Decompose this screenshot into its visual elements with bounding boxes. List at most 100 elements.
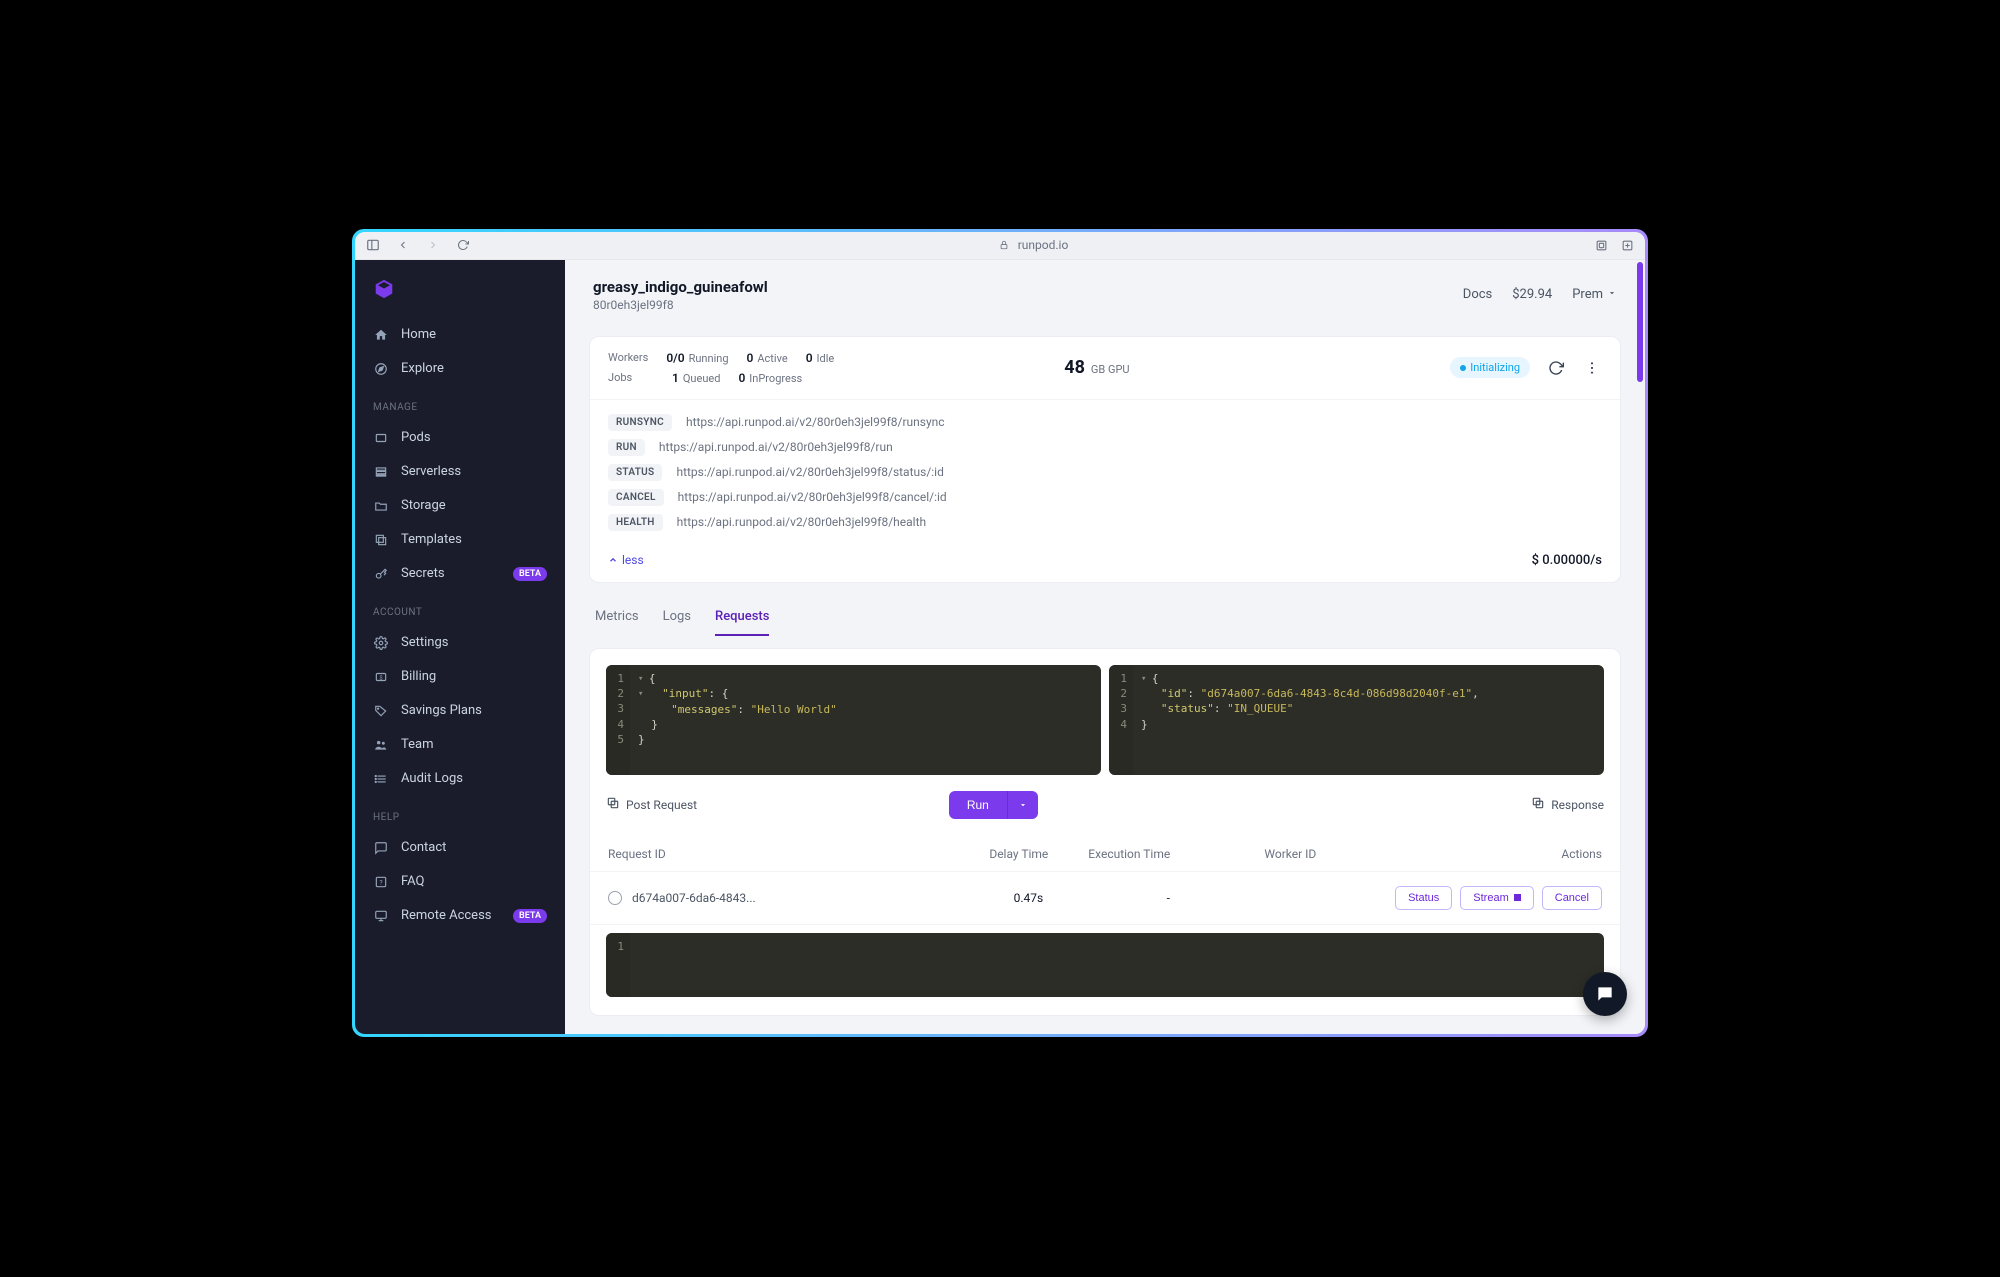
tag-icon [373,703,389,719]
chevron-down-icon [1607,287,1617,302]
sidebar-item-contact[interactable]: Contact [355,831,565,865]
lock-icon [996,237,1012,253]
back-icon[interactable] [395,237,411,253]
logo[interactable] [355,278,565,318]
response-label[interactable]: Response [1531,796,1604,813]
col-exec: Execution Time [1088,847,1264,861]
sidebar-item-label: Remote Access [401,908,492,923]
workers-label: Workers [608,351,648,364]
copy-icon [606,796,620,813]
list-icon [373,771,389,787]
forward-icon[interactable] [425,237,441,253]
sidebar-item-label: Serverless [401,464,461,479]
sidebar-item-storage[interactable]: Storage [355,489,565,523]
endpoint-url[interactable]: https://api.runpod.ai/v2/80r0eh3jel99f8/… [686,415,945,429]
sidebar-item-faq[interactable]: ? FAQ [355,865,565,899]
post-request-label[interactable]: Post Request [606,796,697,813]
cell-exec: - [1083,891,1253,905]
jobs-label: Jobs [608,371,654,384]
stream-action-button[interactable]: Stream [1460,886,1533,910]
queued-value: 1 [672,371,679,385]
balance-text: $29.94 [1512,287,1552,302]
sidebar-item-explore[interactable]: Explore [355,352,565,386]
sidebar-item-label: Settings [401,635,448,650]
sidebar-item-secrets[interactable]: Secrets BETA [355,557,565,591]
cell-request-id: d674a007-6da6-4843... [632,891,901,905]
chat-fab[interactable] [1583,972,1627,1016]
beta-badge: BETA [513,909,547,923]
sidebar-item-audit[interactable]: Audit Logs [355,762,565,796]
tab-logs[interactable]: Logs [663,599,691,636]
people-icon [373,737,389,753]
stop-icon [1514,894,1521,901]
svg-text:?: ? [379,878,382,886]
dollar-icon: $ [373,669,389,685]
tab-metrics[interactable]: Metrics [595,599,639,636]
more-menu-button[interactable] [1582,358,1602,378]
tabs: Metrics Logs Requests [565,595,1645,636]
endpoint-tag: STATUS [608,464,662,481]
requests-card: 1 2 3 4 5 ▾ { ▾ "input": { "messages": "… [589,648,1621,1016]
sidebar-item-templates[interactable]: Templates [355,523,565,557]
tabs-icon[interactable] [1619,237,1635,253]
beta-badge: BETA [513,567,547,581]
sidebar-item-label: Team [401,737,434,752]
status-action-button[interactable]: Status [1395,886,1452,910]
collapse-toggle[interactable]: less [608,553,644,567]
sidebar-item-settings[interactable]: Settings [355,626,565,660]
share-icon[interactable] [1593,237,1609,253]
endpoint-url[interactable]: https://api.runpod.ai/v2/80r0eh3jel99f8/… [676,465,943,479]
stats-row: Workers 0/0Running 0Active 0Idle Jobs 1Q… [590,337,1620,400]
gpu-info: 48 GB GPU [1064,357,1129,378]
tab-requests[interactable]: Requests [715,599,769,636]
sidebar-toggle-icon[interactable] [365,237,381,253]
docs-link[interactable]: Docs [1463,287,1492,302]
endpoint-tag: RUNSYNC [608,414,672,431]
section-label-manage: MANAGE [355,386,565,421]
cancel-action-button[interactable]: Cancel [1542,886,1602,910]
copy-icon [1531,796,1545,813]
key-icon [373,566,389,582]
sidebar-item-label: FAQ [401,874,424,889]
endpoint-url[interactable]: https://api.runpod.ai/v2/80r0eh3jel99f8/… [678,490,947,504]
sidebar-item-serverless[interactable]: Serverless [355,455,565,489]
user-menu[interactable]: Prem [1572,287,1617,302]
endpoint-tag: CANCEL [608,489,664,506]
sidebar-item-label: Contact [401,840,446,855]
reload-icon[interactable] [455,237,471,253]
sidebar-item-team[interactable]: Team [355,728,565,762]
sidebar-item-remote[interactable]: Remote Access BETA [355,899,565,933]
log-code [630,933,646,997]
scrollbar[interactable] [1637,262,1643,382]
request-editor[interactable]: 1 2 3 4 5 ▾ { ▾ "input": { "messages": "… [606,665,1101,775]
run-dropdown[interactable] [1007,791,1038,819]
endpoint-tag: HEALTH [608,514,663,531]
endpoint-tag: RUN [608,439,645,456]
page-header: greasy_indigo_guineafowl 80r0eh3jel99f8 … [565,260,1645,324]
box-icon [373,430,389,446]
log-editor[interactable]: 1 [606,933,1604,997]
sidebar-item-label: Storage [401,498,446,513]
response-editor[interactable]: 1 2 3 4 ▾ { "id": "d674a007-6da6-4843-8c… [1109,665,1604,775]
run-button[interactable]: Run [949,791,1038,819]
sidebar-item-pods[interactable]: Pods [355,421,565,455]
endpoint-url[interactable]: https://api.runpod.ai/v2/80r0eh3jel99f8/… [659,440,893,454]
refresh-button[interactable] [1546,358,1566,378]
gear-icon [373,635,389,651]
active-value: 0 [747,351,754,365]
requests-table-header: Request ID Delay Time Execution Time Wor… [590,835,1620,872]
section-label-help: HELP [355,796,565,831]
endpoint-url[interactable]: https://api.runpod.ai/v2/80r0eh3jel99f8/… [677,515,926,529]
sidebar-item-savings[interactable]: Savings Plans [355,694,565,728]
main-content: greasy_indigo_guineafowl 80r0eh3jel99f8 … [565,260,1645,1034]
sidebar-item-home[interactable]: Home [355,318,565,352]
col-worker: Worker ID [1264,847,1411,861]
footer-text: © RunPod 2024 [565,1028,1645,1034]
endpoint-card: Workers 0/0Running 0Active 0Idle Jobs 1Q… [589,336,1621,583]
table-row[interactable]: d674a007-6da6-4843... 0.47s - Status Str… [590,872,1620,925]
idle-value: 0 [806,351,813,365]
sidebar-item-billing[interactable]: $ Billing [355,660,565,694]
sidebar-item-label: Secrets [401,566,445,581]
browser-toolbar: runpod.io [355,232,1645,260]
cell-delay: 0.47s [901,891,1083,905]
